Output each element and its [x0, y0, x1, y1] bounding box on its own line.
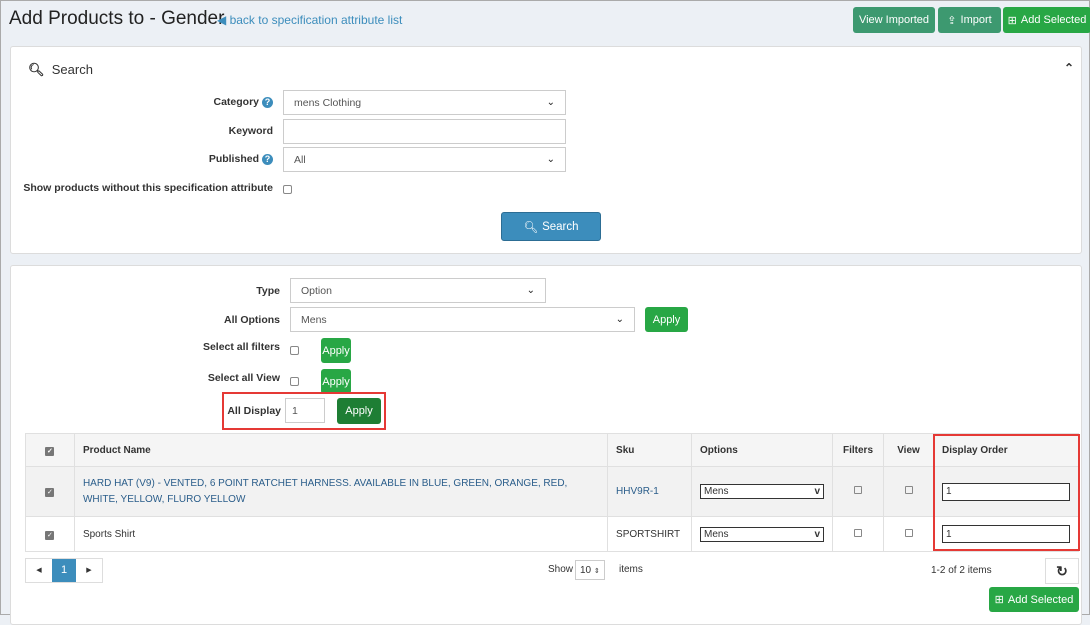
chevron-down-icon: v	[814, 528, 821, 540]
add-selected-label: Add Selected	[1020, 14, 1087, 26]
help-icon: ?	[262, 97, 273, 108]
view-imported-button[interactable]: View Imported	[853, 7, 935, 33]
upload-icon: ⇪	[947, 14, 957, 27]
chevron-down-icon: ⌄	[615, 314, 624, 325]
add-selected-label: Add Selected	[1007, 593, 1074, 606]
table-header: ✓ Product Name Sku Options Filters View …	[25, 433, 1079, 467]
all-display-label: All Display	[227, 405, 281, 417]
chevron-down-icon: ⌄	[546, 154, 555, 165]
published-label: Published?	[101, 153, 273, 165]
option-select[interactable]: Mens v	[700, 526, 825, 542]
col-product-name: Product Name	[73, 433, 609, 467]
published-select[interactable]: All ⌄	[283, 147, 566, 172]
table-row: ✓ HARD HAT (V9) - VENTED, 6 POINT RATCHE…	[25, 466, 1079, 517]
add-selected-top-button[interactable]: ⊞ Add Selected	[1003, 7, 1090, 33]
search-panel-header[interactable]: 🔍︎ Search	[28, 62, 93, 78]
plus-square-icon: ⊞	[1007, 14, 1017, 27]
chevron-down-icon: ⌄	[546, 97, 555, 108]
select-all-checkbox[interactable]: ✓	[45, 446, 55, 456]
show-without-checkbox[interactable]	[283, 185, 292, 194]
chevron-down-icon: v	[814, 486, 821, 497]
select-all-view-checkbox[interactable]	[290, 377, 299, 386]
all-options-select[interactable]: Mens ⌄	[290, 307, 635, 332]
category-select[interactable]: mens Clothing ⌄	[283, 90, 566, 115]
products-table: ✓ Product Name Sku Options Filters View …	[25, 433, 1079, 552]
table-row: ✓ Sports Shirt SPORTSHIRT Mens v 1	[25, 516, 1079, 552]
type-label: Type	[256, 285, 280, 297]
page-1-button[interactable]: 1	[52, 559, 76, 582]
filters-checkbox[interactable]	[854, 486, 862, 494]
search-button[interactable]: 🔍︎ Search	[501, 212, 601, 241]
plus-square-icon: ⊞	[994, 594, 1004, 606]
type-select[interactable]: Option ⌄	[290, 278, 546, 303]
category-label: Category?	[101, 96, 273, 108]
display-order-highlight	[933, 434, 1080, 551]
page-size-select[interactable]: 10 ⇕	[575, 560, 605, 580]
next-page-icon[interactable]: ▶	[76, 559, 102, 582]
search-button-label: Search	[542, 220, 579, 233]
select-all-filters-checkbox[interactable]	[290, 346, 299, 355]
prev-page-icon[interactable]: ◀	[26, 559, 52, 582]
col-sku: Sku	[607, 433, 693, 467]
apply-view-button[interactable]: Apply	[321, 369, 351, 394]
back-link-label: back to specification attribute list	[229, 13, 403, 27]
pager-summary: 1-2 of 2 items	[931, 565, 992, 576]
pager: ◀ 1 ▶	[25, 558, 103, 583]
sku: HHV9R-1	[607, 466, 693, 517]
help-icon: ?	[262, 154, 273, 165]
refresh-icon[interactable]: ↻	[1045, 558, 1079, 584]
filters-checkbox[interactable]	[854, 528, 862, 537]
apply-display-button[interactable]: Apply	[337, 398, 381, 424]
show-without-label: Show products without this specification…	[23, 182, 273, 194]
import-label: Import	[960, 14, 992, 26]
view-checkbox[interactable]	[904, 486, 913, 494]
select-all-filters-label: Select all filters	[202, 341, 280, 353]
product-name: Sports Shirt	[73, 516, 609, 552]
sku: SPORTSHIRT	[607, 516, 693, 552]
arrow-left-circle-icon: ◀	[217, 13, 227, 27]
back-link[interactable]: ◀ back to specification attribute list	[217, 13, 402, 27]
search-icon: 🔍︎	[28, 62, 45, 77]
search-title: Search	[51, 62, 93, 77]
apply-filters-button[interactable]: Apply	[321, 338, 351, 363]
option-select[interactable]: Mens v	[700, 484, 825, 499]
all-options-label: All Options	[224, 314, 280, 326]
apply-options-button[interactable]: Apply	[645, 307, 688, 332]
select-all-view-label: Select all View	[207, 372, 280, 384]
page-title: Add Products to - Gender	[9, 8, 225, 29]
product-name-link[interactable]: HARD HAT (V9) - VENTED, 6 POINT RATCHET …	[73, 466, 609, 517]
row-checkbox[interactable]: ✓	[45, 488, 55, 497]
show-label: Show	[548, 564, 574, 575]
import-button[interactable]: ⇪ Import	[938, 7, 1001, 33]
col-view: View	[883, 433, 934, 467]
col-options: Options	[691, 433, 834, 467]
spinner-icon: ⇕	[593, 568, 600, 575]
keyword-input[interactable]	[283, 119, 566, 144]
keyword-label: Keyword	[228, 125, 273, 137]
collapse-chevron-up-icon[interactable]: ⌃	[1064, 61, 1074, 75]
chevron-down-icon: ⌄	[526, 285, 535, 296]
col-filters: Filters	[832, 433, 884, 467]
search-icon: 🔍︎	[523, 221, 539, 234]
view-checkbox[interactable]	[904, 528, 913, 537]
all-display-input[interactable]: 1	[285, 398, 325, 423]
row-checkbox[interactable]: ✓	[45, 530, 55, 540]
add-selected-bottom-button[interactable]: ⊞ Add Selected	[989, 587, 1079, 612]
items-label: items	[619, 564, 643, 575]
